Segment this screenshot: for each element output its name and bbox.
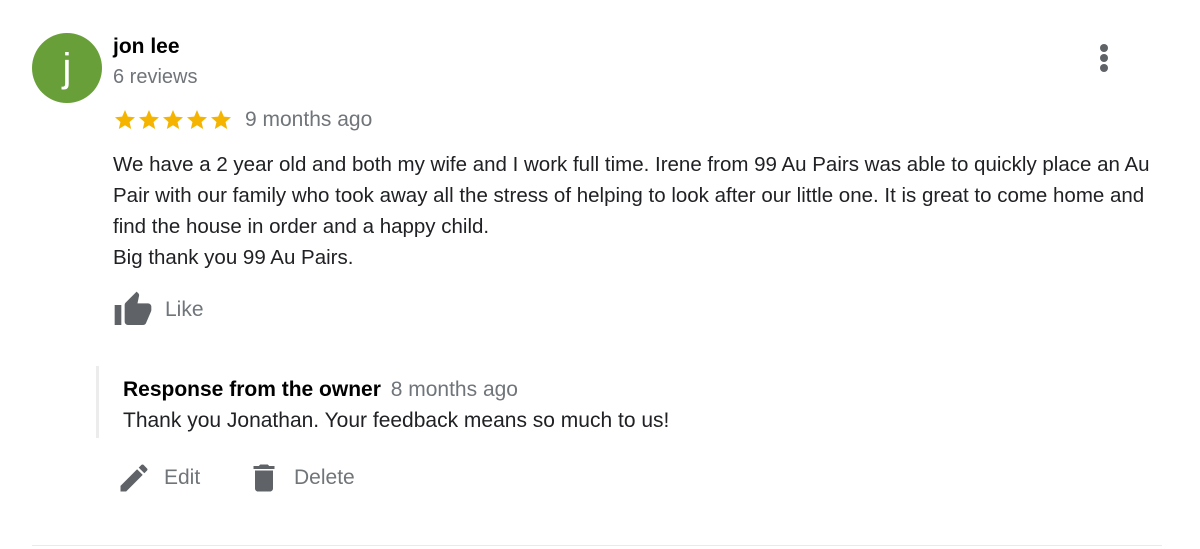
review-date: 9 months ago (245, 108, 373, 131)
response-title: Response from the owner (123, 378, 381, 401)
star-icon (115, 110, 135, 129)
delete-label: Delete (294, 466, 355, 489)
delete-button[interactable]: Delete (246, 458, 355, 498)
thumbs-up-icon (114, 291, 152, 325)
review-text-paragraph: We have a 2 year old and both my wife an… (113, 153, 1150, 238)
star-icon (211, 110, 231, 129)
response-date: 8 months ago (390, 378, 518, 401)
review-text: We have a 2 year old and both my wife an… (113, 149, 1153, 273)
star-icon (139, 110, 159, 129)
reviewer-name[interactable]: jon lee (113, 35, 180, 59)
more-vertical-icon (1100, 54, 1108, 62)
more-options-button[interactable] (1090, 40, 1118, 76)
trash-icon (253, 464, 275, 492)
like-label: Like (165, 298, 204, 321)
rating-row: 9 months ago (113, 104, 372, 136)
owner-response: Response from the owner 8 months ago Tha… (96, 366, 1099, 438)
more-vertical-icon (1100, 44, 1108, 52)
review-card: j jon lee 6 reviews 9 months ago We have… (0, 0, 1200, 549)
star-icon (163, 110, 183, 129)
review-count[interactable]: 6 reviews (113, 66, 197, 89)
edit-label: Edit (164, 466, 201, 489)
more-vertical-icon (1100, 64, 1108, 72)
like-button[interactable]: Like (113, 290, 204, 330)
review-text-paragraph: Big thank you 99 Au Pairs. (113, 246, 354, 269)
edit-button[interactable]: Edit (116, 458, 200, 498)
avatar[interactable]: j (32, 33, 102, 103)
pencil-icon (120, 464, 148, 492)
divider (32, 545, 1162, 546)
star-rating (113, 108, 233, 132)
star-icon (187, 110, 207, 129)
response-heading: Response from the owner 8 months ago (123, 378, 518, 402)
response-text: Thank you Jonathan. Your feedback means … (123, 409, 670, 432)
